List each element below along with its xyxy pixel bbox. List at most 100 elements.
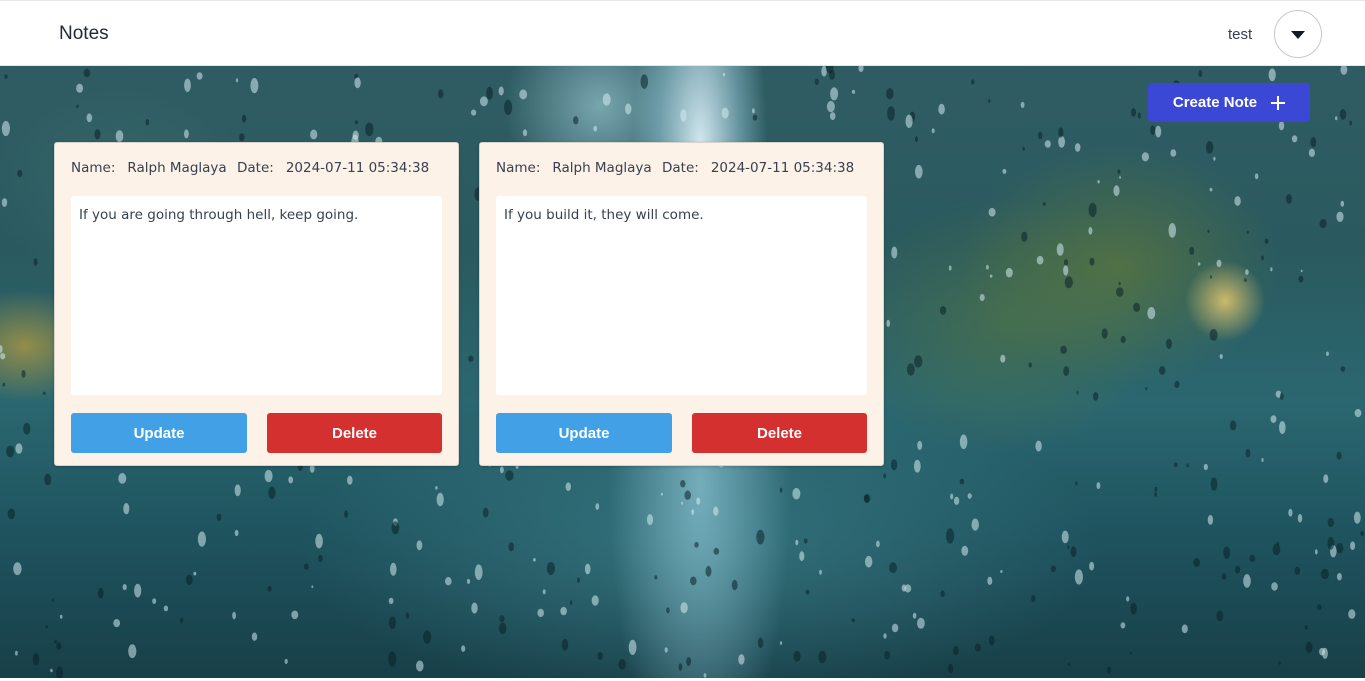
raindrop [573,116,579,125]
raindrop [646,514,654,526]
raindrop [886,88,894,100]
raindrop [1061,530,1069,544]
raindrop [830,87,839,101]
update-button[interactable]: Update [71,413,247,453]
raindrop [680,602,688,614]
raindrop [757,637,764,649]
note-content-field[interactable]: If you build it, they will come. [496,196,867,395]
raindrop [1340,366,1346,372]
raindrop [2,382,6,387]
raindrop [1279,392,1284,400]
raindrop [660,492,664,496]
raindrop [1076,390,1079,395]
raindrop [795,539,799,546]
raindrop [21,370,26,378]
raindrop [1349,120,1352,126]
raindrop [1353,511,1361,524]
note-content-field[interactable]: If you are going through hell, keep goin… [71,196,442,395]
raindrop [0,353,6,360]
user-menu-button[interactable] [1274,10,1322,58]
raindrop [185,574,193,585]
raindrop [961,545,969,556]
raindrop [479,96,488,107]
raindrop [17,169,23,178]
raindrop [97,587,104,599]
raindrop [1270,415,1277,423]
raindrop [1221,573,1227,580]
raindrop [15,443,23,454]
brand-title[interactable]: Notes [59,23,109,45]
raindrop [388,597,394,605]
raindrop [890,459,898,471]
raindrop [54,639,57,644]
raindrop [591,595,599,606]
raindrop [180,617,184,624]
raindrop [15,650,18,656]
raindrop [952,645,959,656]
raindrop [1244,278,1247,282]
raindrop [756,529,765,545]
raindrop [1268,68,1276,82]
raindrop [461,645,466,652]
raindrop [152,598,157,604]
raindrop [4,74,8,79]
raindrop [1245,449,1251,458]
raindrop [953,496,960,505]
raindrop [1129,651,1132,655]
raindrop [32,653,40,666]
raindrop [232,611,237,620]
raindrop [1063,265,1069,276]
raindrop [1205,141,1214,154]
raindrop [713,506,719,516]
raindrop [987,576,993,585]
raindrop [184,129,189,139]
raindrop [959,478,965,485]
raindrop [1270,267,1273,272]
update-button[interactable]: Update [496,413,672,453]
raindrop [1107,666,1111,674]
raindrop [388,616,396,630]
raindrop [686,657,692,666]
raindrop [504,99,513,115]
raindrop [354,77,361,89]
delete-button[interactable]: Delete [267,413,442,453]
raindrop [1300,269,1303,273]
raindrop [318,554,323,562]
raindrop [1297,513,1303,523]
raindrop [45,625,48,629]
raindrop [625,103,632,115]
raindrop [264,469,273,483]
raindrop [291,610,299,620]
raindrop [1327,536,1335,550]
raindrop [1118,281,1121,286]
raindrop [505,470,514,481]
note-meta: Name: Ralph Maglaya Date: 2024-07-11 05:34… [71,160,451,176]
raindrop [1067,545,1070,550]
raindrop [1,120,10,137]
raindrop [967,493,972,499]
raindrop [1305,641,1313,653]
raindrop [1126,596,1130,602]
raindrop [1058,135,1065,148]
raindrop [1308,148,1315,157]
raindrop [889,562,898,574]
raindrop [799,551,805,562]
raindrop [1210,477,1218,491]
raindrop [251,632,258,641]
raindrop [690,576,697,586]
raindrop [1243,574,1251,588]
raindrop [752,108,755,114]
raindrop [1088,227,1093,235]
create-note-button[interactable]: Create Note [1148,83,1310,122]
raindrop [1350,541,1356,550]
raindrop [1245,269,1249,275]
raindrop [1197,262,1201,266]
raindrop [1063,259,1069,266]
delete-button[interactable]: Delete [692,413,867,453]
raindrop [239,133,245,142]
raindrop [42,391,46,395]
raindrop [883,473,887,479]
raindrop [241,114,247,123]
raindrop [593,125,598,132]
raindrop [1131,108,1136,117]
